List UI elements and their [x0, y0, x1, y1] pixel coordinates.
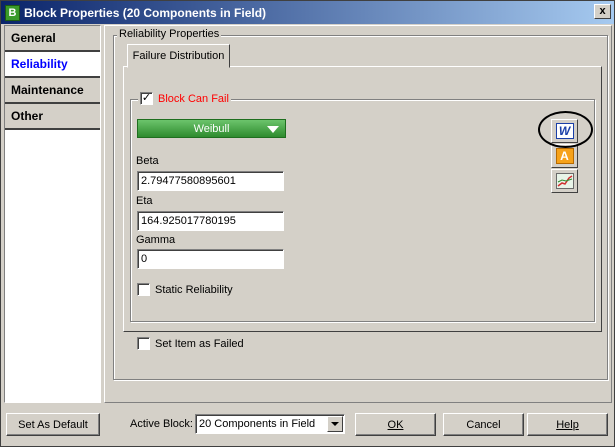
plot-icon-button[interactable]	[551, 169, 578, 193]
weibull-icon-button[interactable]: W	[551, 119, 578, 143]
sidebar-item-maintenance[interactable]: Maintenance	[5, 78, 100, 104]
set-as-default-button[interactable]: Set As Default	[6, 413, 100, 436]
sidebar-item-label: Reliability	[11, 57, 68, 71]
beta-value: 2.79477580895601	[141, 175, 236, 187]
chevron-down-icon	[267, 126, 279, 133]
gamma-label: Gamma	[136, 234, 176, 246]
analysis-icon-button[interactable]: A	[551, 144, 578, 168]
sidebar-item-general[interactable]: General	[5, 26, 100, 52]
close-button[interactable]: x	[594, 4, 611, 19]
gamma-field[interactable]: 0	[137, 249, 284, 269]
distribution-value: Weibull	[193, 122, 230, 135]
set-as-default-label: Set As Default	[18, 418, 88, 431]
help-label: Help	[556, 418, 579, 431]
set-item-failed-row[interactable]: Set Item as Failed	[137, 337, 244, 350]
sidebar-item-reliability[interactable]: Reliability	[5, 52, 100, 78]
block-can-fail-checkbox-row[interactable]: ✓ Block Can Fail	[138, 92, 231, 105]
chevron-down-icon[interactable]	[327, 416, 343, 432]
sidebar-item-label: Other	[11, 109, 44, 123]
beta-label: Beta	[136, 155, 159, 167]
ok-label: OK	[387, 418, 404, 431]
sidebar-item-label: General	[11, 31, 56, 45]
help-button[interactable]: Help	[527, 413, 608, 436]
static-reliability-checkbox[interactable]	[137, 283, 150, 296]
weibull-icon: W	[555, 123, 574, 139]
block-can-fail-label: Block Can Fail	[158, 92, 229, 105]
ok-button[interactable]: OK	[355, 413, 436, 436]
window-title: Block Properties (20 Components in Field…	[24, 5, 267, 20]
cancel-label: Cancel	[466, 418, 501, 431]
tab-label: Failure Distribution	[132, 50, 225, 62]
eta-field[interactable]: 164.925017780195	[137, 211, 284, 231]
eta-value: 164.925017780195	[141, 215, 236, 227]
static-reliability-row[interactable]: Static Reliability	[137, 283, 233, 296]
distribution-dropdown[interactable]: Weibull	[137, 119, 286, 138]
set-item-failed-checkbox[interactable]	[137, 337, 150, 350]
static-reliability-label: Static Reliability	[155, 283, 233, 296]
eta-label: Eta	[136, 195, 153, 207]
title-bar[interactable]: B Block Properties (20 Components in Fie…	[1, 1, 614, 24]
beta-field[interactable]: 2.79477580895601	[137, 171, 284, 191]
sidebar-item-other[interactable]: Other	[5, 104, 100, 130]
gamma-value: 0	[141, 253, 148, 265]
reliability-properties-legend: Reliability Properties	[117, 28, 222, 40]
plot-icon	[555, 173, 574, 189]
sidebar-nav: General Reliability Maintenance Other	[4, 25, 101, 403]
analysis-icon: A	[555, 148, 574, 164]
sidebar-item-label: Maintenance	[11, 83, 84, 97]
set-item-failed-label: Set Item as Failed	[155, 337, 244, 350]
active-block-label: Active Block:	[130, 418, 193, 430]
cancel-button[interactable]: Cancel	[443, 413, 524, 436]
block-can-fail-checkbox[interactable]: ✓	[140, 92, 153, 105]
active-block-select[interactable]: 20 Components in Field	[195, 414, 345, 434]
app-icon: B	[5, 4, 20, 21]
tab-failure-distribution[interactable]: Failure Distribution	[127, 44, 230, 68]
active-block-value: 20 Components in Field	[199, 418, 316, 430]
